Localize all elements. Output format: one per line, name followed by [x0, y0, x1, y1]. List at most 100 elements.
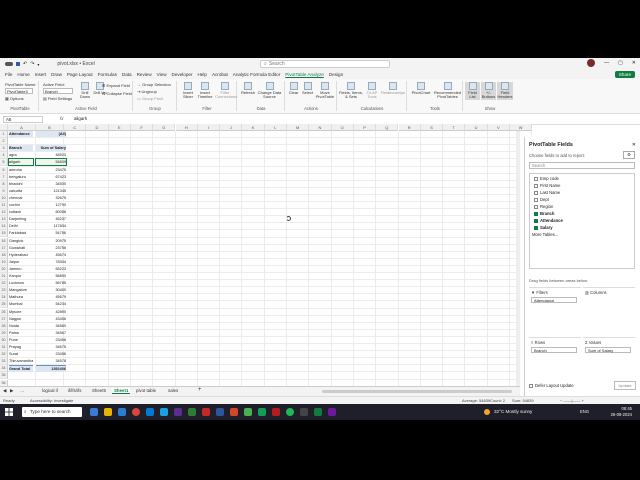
filter-connections-button[interactable]: Filter Connections [215, 82, 237, 100]
pivot-branch-cell[interactable]: Pune [9, 337, 33, 343]
field-checkbox[interactable] [534, 204, 538, 209]
pivot-branch-cell[interactable]: Gangtok [9, 238, 33, 244]
tab-page-layout[interactable]: Page Layout [67, 72, 93, 77]
gear-icon[interactable]: ⚙ [623, 151, 635, 159]
field-first-name[interactable]: First Name [534, 183, 560, 188]
tab-design[interactable]: Design [329, 72, 343, 77]
vertical-scrollbar[interactable] [516, 131, 520, 386]
excel-icon[interactable] [314, 408, 322, 416]
pivot-salary-cell[interactable]: 54839 [35, 158, 67, 167]
row-header[interactable]: 11 [0, 202, 8, 210]
tab-data[interactable]: Data [122, 72, 132, 77]
row-header[interactable]: 1 [0, 131, 8, 139]
field-list-button[interactable]: Field List [465, 82, 480, 100]
columns-area[interactable]: ▥ Columns [583, 287, 635, 336]
rows-area[interactable]: ≡ Rows Branch [529, 337, 581, 386]
row-header[interactable]: 30 [0, 336, 8, 344]
store-icon[interactable] [160, 408, 168, 416]
weather-text[interactable]: 32°C Mostly sunny [494, 409, 532, 414]
row-header[interactable]: 10 [0, 194, 8, 202]
pivot-branch-cell[interactable]: Jammu [9, 266, 33, 272]
row-header[interactable]: 5 [0, 159, 8, 167]
mail-icon[interactable] [146, 408, 154, 416]
defer-checkbox[interactable] [529, 383, 533, 388]
row-header[interactable]: 13 [0, 216, 8, 224]
column-header[interactable]: N [309, 124, 332, 131]
column-header[interactable]: U [465, 124, 488, 131]
pivot-branch-cell[interactable]: Mumbai [9, 301, 33, 307]
move-pivottable-button[interactable]: Move PivotTable [315, 82, 335, 100]
rows-field-branch[interactable]: Branch [531, 347, 577, 353]
row-header[interactable]: 3 [0, 145, 8, 153]
field-checkbox-checked[interactable] [534, 211, 538, 216]
tab-pivottable-analyze[interactable]: PivotTable Analyze [285, 72, 324, 77]
row-header[interactable]: 21 [0, 273, 8, 281]
language-indicator[interactable]: ENG [580, 409, 589, 414]
row-header[interactable]: 35 [0, 372, 8, 380]
column-header[interactable]: I [197, 124, 221, 131]
pivot-salary-cell[interactable]: 54756 [36, 230, 66, 236]
change-data-source-button[interactable]: Change Data Source [257, 82, 282, 100]
tab-insert[interactable]: Insert [35, 72, 47, 77]
autosave-icon[interactable] [5, 62, 13, 66]
row-header[interactable]: 26 [0, 308, 8, 316]
column-header[interactable]: O [331, 124, 354, 131]
pivot-branch-cell[interactable]: amroha [9, 167, 33, 173]
plus-minus-buttons-button[interactable]: +/- Buttons [481, 82, 496, 100]
pivot-branch-cell[interactable]: Mysore [9, 309, 33, 315]
column-header[interactable]: W [510, 124, 533, 131]
group-field-button[interactable]: ▭ Group Field [137, 96, 163, 101]
row-header[interactable]: 19 [0, 258, 8, 266]
pivot-branch-cell[interactable]: Lucknow [9, 280, 33, 286]
pivot-salary-cell[interactable]: 48923 [36, 152, 66, 158]
redo-icon[interactable]: ↷ [30, 61, 34, 67]
acrobat-icon[interactable] [272, 408, 280, 416]
active-field-input[interactable]: Branch [43, 88, 73, 94]
field-checkbox-checked[interactable] [534, 225, 538, 230]
row-header[interactable]: 20 [0, 265, 8, 273]
expand-field-button[interactable]: ⊞ Expand Field [102, 83, 130, 88]
windows-start-icon[interactable] [5, 408, 13, 416]
row-header[interactable]: 23 [0, 287, 8, 295]
field-dept[interactable]: Dept [534, 197, 549, 202]
minimize-icon[interactable]: — [604, 60, 609, 66]
field-salary[interactable]: Salary [534, 225, 553, 230]
pivot-branch-cell[interactable]: Patna [9, 330, 33, 336]
pivot-salary-cell[interactable]: 23475 [36, 167, 66, 173]
row-header[interactable]: 15 [0, 230, 8, 238]
fields-items-sets-button[interactable]: Fields, Items, & Sets [339, 82, 363, 100]
pivot-branch-cell[interactable]: Nagpur [9, 316, 33, 322]
tab-home[interactable]: Home [17, 72, 29, 77]
name-box[interactable]: A5 [3, 116, 43, 123]
pivot-salary-cell[interactable]: 32675 [36, 195, 66, 201]
pivot-salary-cell[interactable]: 45679 [36, 294, 66, 300]
row-header[interactable]: 25 [0, 301, 8, 309]
insert-slicer-button[interactable]: Insert Slicer [180, 82, 196, 100]
pivot-salary-cell[interactable]: 34500 [36, 181, 66, 187]
sheet-tab-pivot-table[interactable]: pivot table [136, 388, 156, 393]
collapse-field-button[interactable]: ⊟ Collapse Field [102, 91, 132, 96]
horizontal-scrollbar[interactable] [322, 390, 512, 393]
pivot-branch-cell[interactable]: agra [9, 152, 33, 158]
pivot-branch-cell[interactable]: Noida [9, 323, 33, 329]
recommended-pivottables-button[interactable]: Recommended PivotTables [434, 82, 461, 100]
drill-down-button[interactable]: Drill Down [78, 82, 92, 100]
group-selection-button[interactable]: → Group Selection [137, 82, 171, 87]
row-header[interactable]: 22 [0, 280, 8, 288]
task-view-icon[interactable] [90, 408, 98, 416]
pivot-salary-cell[interactable]: 121345 [36, 188, 66, 194]
ungroup-button[interactable]: ⇥ Ungroup [137, 89, 157, 94]
pivot-salary-cell[interactable]: 20975 [36, 238, 66, 244]
customize-toolbar-icon[interactable]: ▾ [37, 62, 39, 67]
app-icon[interactable] [202, 408, 210, 416]
edge-icon[interactable] [118, 408, 126, 416]
pivot-branch-cell[interactable]: Jaipur [9, 259, 33, 265]
teams-icon[interactable] [174, 408, 182, 416]
field-attendance[interactable]: Attendance [534, 218, 563, 223]
app-icon[interactable] [188, 408, 196, 416]
pivot-salary-cell[interactable]: 56785 [36, 280, 66, 286]
insert-timeline-button[interactable]: Insert Timeline [197, 82, 213, 100]
accessibility-status[interactable]: Accessibility: Investigate [30, 398, 73, 403]
pivot-branch-cell[interactable]: Surat [9, 351, 33, 357]
pivot-salary-cell[interactable]: 23456 [36, 337, 66, 343]
